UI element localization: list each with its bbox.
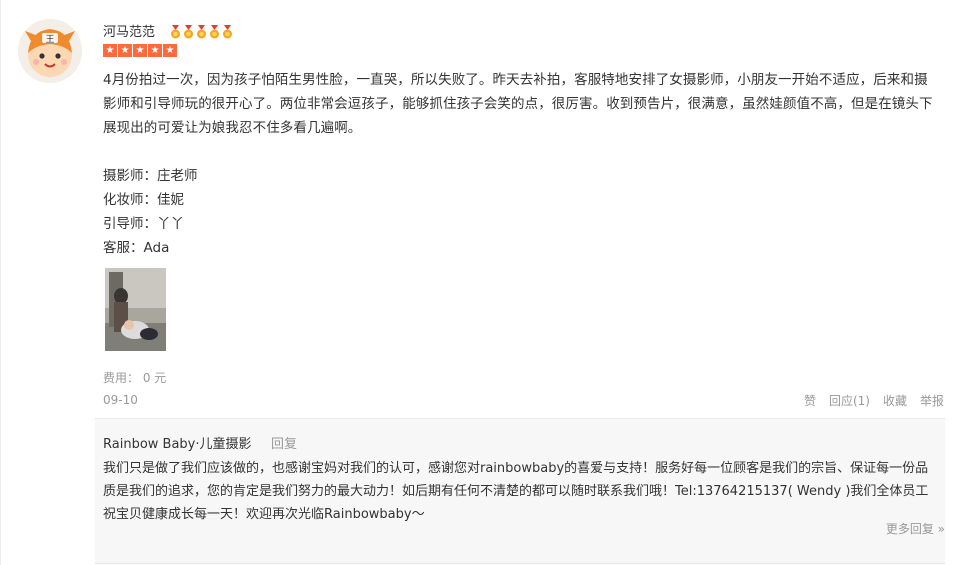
bottom-divider [95,563,945,564]
like-button[interactable]: 赞 [804,392,816,409]
medal-icon [210,25,219,39]
more-replies-link[interactable]: 更多回复 » [886,520,945,537]
star-icon: ★ [148,44,162,57]
star-icon: ★ [103,44,117,57]
review-username[interactable]: 河马范范 [103,25,155,41]
star-icon: ★ [163,44,177,57]
review-date: 09-10 [103,393,138,407]
medal-icon [223,25,232,39]
staff-list: 摄影师：庄老师 化妆师：佳妮 引导师：丫丫 客服：Ada [103,164,198,260]
rating-stars: ★ ★ ★ ★ ★ [103,44,177,57]
merchant-name[interactable]: Rainbow Baby·儿童摄影 [103,433,252,452]
staff-service: 客服：Ada [103,240,170,256]
merchant-reply-text: 我们只是做了我们应该做的，也感谢宝妈对我们的认可，感谢您对rainbowbaby… [103,461,929,522]
fee-text: 费用： 0 元 [103,371,167,385]
review-actions: 赞 回应(1) 收藏 举报 [791,392,944,409]
staff-photographer: 摄影师：庄老师 [103,168,198,184]
review-body: 4月份拍过一次，因为孩子怕陌生男性脸，一直哭，所以失败了。昨天去补拍，客服特地安… [103,72,933,136]
left-divider [0,0,1,565]
medal-icon [171,25,180,39]
medal-icon [197,25,206,39]
photo-image [105,268,166,351]
star-icon: ★ [133,44,147,57]
medal-icon [184,25,193,39]
svg-text:王: 王 [45,34,54,45]
star-icon: ★ [118,44,132,57]
favorite-button[interactable]: 收藏 [883,392,907,409]
respond-button[interactable]: 回应(1) [829,392,870,409]
review-photo-thumbnail[interactable] [105,268,166,351]
staff-makeup: 化妆师：佳妮 [103,192,184,208]
avatar-illustration: 王 [18,19,82,83]
merchant-reply-button[interactable]: 回复 [271,433,297,452]
staff-guide: 引导师：丫丫 [103,216,184,232]
user-avatar[interactable]: 王 [18,19,82,83]
user-medals [170,25,233,39]
merchant-reply-box: Rainbow Baby·儿童摄影 回复 我们只是做了我们应该做的，也感谢宝妈对… [95,418,945,564]
report-button[interactable]: 举报 [920,392,944,409]
